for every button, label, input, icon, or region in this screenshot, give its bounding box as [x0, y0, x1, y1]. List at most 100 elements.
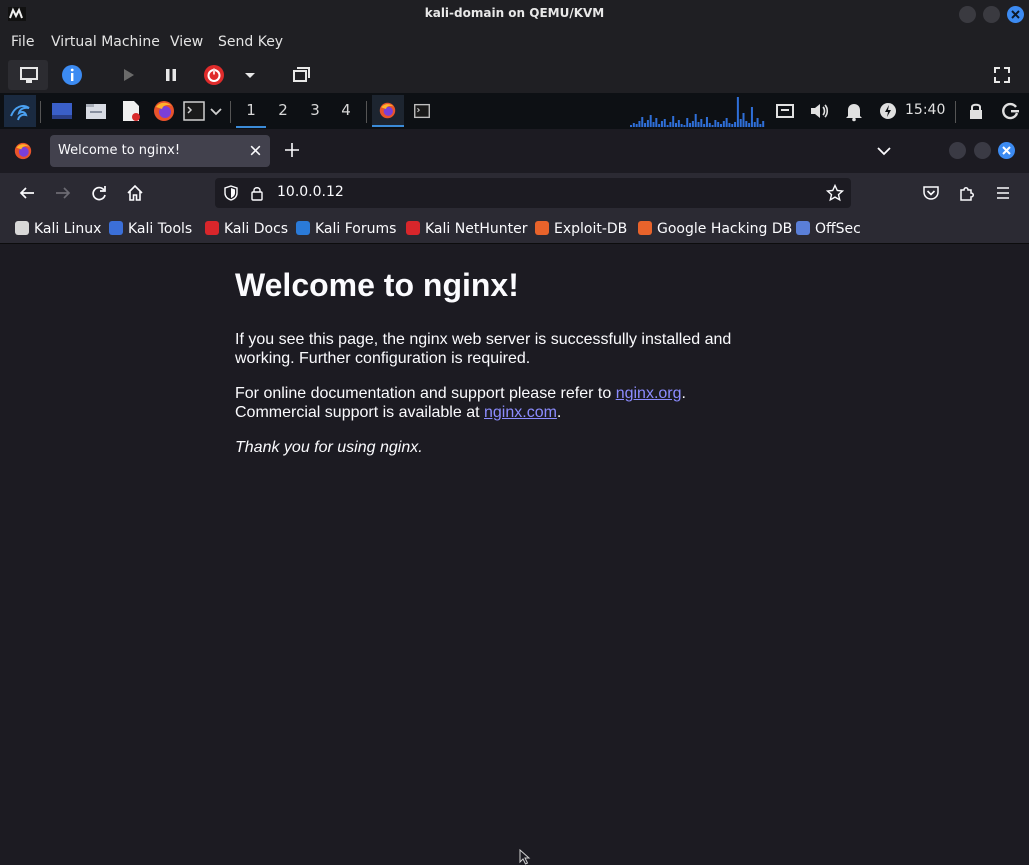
cpu-graph-bar: [697, 122, 700, 127]
nginx-org-link[interactable]: nginx.org: [616, 385, 682, 402]
extensions-icon[interactable]: [958, 184, 976, 202]
workspace-1[interactable]: 1: [241, 101, 261, 119]
cpu-graph-bar: [703, 124, 706, 127]
cpu-graph-bar: [711, 125, 714, 127]
bookmark-google-hacking-db[interactable]: Google Hacking DB: [638, 221, 792, 237]
firefox-icon: [379, 102, 396, 119]
close-button[interactable]: [1007, 6, 1024, 23]
page-heading: Welcome to nginx!: [235, 267, 519, 303]
volume-icon[interactable]: [808, 100, 830, 122]
close-icon: [1002, 146, 1011, 155]
browser-tab[interactable]: Welcome to nginx!: [50, 135, 270, 167]
cpu-graph-bar: [720, 124, 723, 127]
cpu-graph-bar: [655, 118, 658, 127]
maximize-button[interactable]: [983, 6, 1000, 23]
exploit-db-icon: [535, 221, 549, 235]
bookmark-offsec[interactable]: OffSec: [796, 221, 861, 237]
menu-send-key[interactable]: Send Key: [218, 34, 283, 50]
chevron-down-icon[interactable]: [238, 63, 262, 87]
browser-maximize-button[interactable]: [974, 142, 991, 159]
text-editor-icon[interactable]: [120, 100, 142, 122]
cpu-graph-bar: [663, 119, 666, 127]
minimize-button[interactable]: [959, 6, 976, 23]
browser-minimize-button[interactable]: [949, 142, 966, 159]
info-icon[interactable]: [60, 63, 84, 87]
host-menubar: File Virtual Machine View Send Key: [0, 28, 1029, 57]
taskbar-terminal-window[interactable]: [412, 100, 432, 122]
firefox-view-icon[interactable]: [14, 142, 32, 160]
cpu-graph-bar: [762, 121, 765, 127]
bookmark-kali-docs[interactable]: Kali Docs: [205, 221, 288, 237]
bookmark-label: Kali NetHunter: [425, 221, 528, 237]
bookmark-kali-tools[interactable]: Kali Tools: [109, 221, 192, 237]
cpu-graph-bar: [753, 122, 756, 127]
forward-icon[interactable]: [54, 184, 72, 202]
pocket-icon[interactable]: [922, 184, 940, 202]
workspace-3[interactable]: 3: [305, 101, 325, 119]
cpu-graph-bar: [717, 122, 720, 127]
new-tab-icon[interactable]: [284, 142, 300, 158]
nginx-com-link[interactable]: nginx.com: [484, 404, 557, 421]
monitor-icon: [20, 67, 38, 83]
cpu-graph-bar: [725, 118, 728, 127]
pause-icon[interactable]: [159, 63, 183, 87]
active-workspace-indicator: [236, 126, 266, 128]
firefox-icon[interactable]: [153, 100, 175, 122]
bookmark-label: Kali Linux: [34, 221, 102, 237]
page-viewport: Welcome to nginx! If you see this page, …: [3, 245, 1026, 862]
menu-view[interactable]: View: [170, 34, 203, 50]
list-all-tabs-icon[interactable]: [876, 144, 892, 158]
workspace-2[interactable]: 2: [273, 101, 293, 119]
tracking-protection-shield-icon[interactable]: [223, 185, 239, 201]
show-desktop-icon[interactable]: [51, 100, 73, 122]
run-icon[interactable]: [116, 63, 140, 87]
lock-icon[interactable]: [250, 185, 264, 201]
fullscreen-icon[interactable]: [990, 63, 1014, 87]
cpu-graph-bar: [672, 116, 675, 127]
notifications-bell-icon[interactable]: [843, 100, 865, 122]
close-tab-icon[interactable]: [249, 144, 262, 157]
chevron-down-icon[interactable]: [208, 100, 224, 122]
offsec-icon: [796, 221, 810, 235]
shutdown-icon[interactable]: [202, 63, 226, 87]
cpu-graph-bar: [635, 124, 638, 127]
browser-close-button[interactable]: [998, 142, 1015, 159]
home-icon[interactable]: [126, 184, 144, 202]
power-manager-icon[interactable]: [877, 100, 899, 122]
kali-forums-icon: [296, 221, 310, 235]
close-icon: [1011, 10, 1020, 19]
cpu-graph-bar: [683, 125, 686, 127]
file-manager-icon[interactable]: [85, 100, 107, 122]
cpu-graph-bar: [734, 122, 737, 127]
cpu-graph-bar: [638, 121, 641, 127]
bookmark-kali-forums[interactable]: Kali Forums: [296, 221, 396, 237]
cpu-graph-bar: [632, 123, 635, 127]
snapshots-icon[interactable]: [289, 63, 313, 87]
menu-file[interactable]: File: [11, 34, 34, 50]
terminal-icon[interactable]: [183, 100, 205, 122]
network-icon[interactable]: [774, 100, 796, 122]
workspace-4[interactable]: 4: [336, 101, 356, 119]
lock-screen-icon[interactable]: [965, 100, 987, 122]
hamburger-menu-icon[interactable]: [994, 184, 1012, 202]
url-bar[interactable]: 10.0.0.12: [215, 178, 851, 208]
url-text[interactable]: 10.0.0.12: [277, 184, 344, 200]
menu-virtual-machine[interactable]: Virtual Machine: [51, 34, 160, 50]
cpu-graph-bar: [745, 121, 748, 127]
cpu-graph: [630, 97, 765, 127]
cpu-graph-bar: [742, 113, 745, 127]
cpu-graph-bar: [689, 123, 692, 127]
cpu-graph-bar: [669, 122, 672, 127]
taskbar-firefox-window[interactable]: [372, 95, 404, 127]
kali-dragon-icon: [10, 105, 30, 121]
reload-icon[interactable]: [90, 184, 108, 202]
thanks-paragraph: Thank you for using nginx.: [235, 439, 423, 456]
bookmark-star-icon[interactable]: [826, 184, 844, 202]
bookmark-kali-nethunter[interactable]: Kali NetHunter: [406, 221, 527, 237]
bookmark-exploit-db[interactable]: Exploit-DB: [535, 221, 627, 237]
back-icon[interactable]: [18, 184, 36, 202]
panel-clock[interactable]: 15:40: [905, 102, 945, 118]
logout-icon[interactable]: [999, 100, 1021, 122]
kali-tools-icon: [109, 221, 123, 235]
bookmark-kali-linux[interactable]: Kali Linux: [15, 221, 101, 237]
